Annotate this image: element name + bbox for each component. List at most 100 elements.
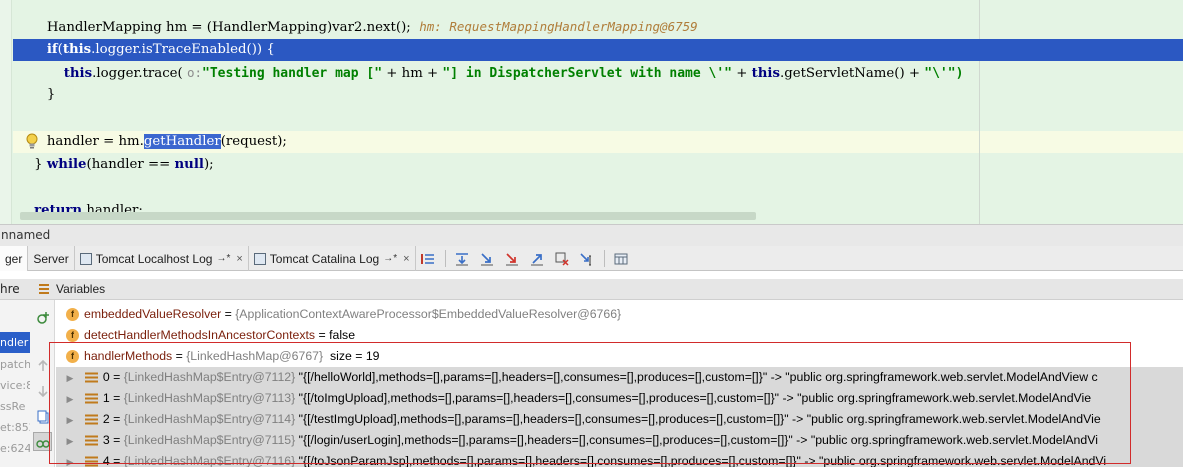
- log-file-icon: [79, 252, 92, 265]
- variable-value: false: [329, 328, 356, 342]
- move-down-button[interactable]: [33, 381, 52, 400]
- entry-value: "public org.springframework.web.servlet.…: [819, 454, 1107, 467]
- tab-label: Tomcat Localhost Log: [95, 251, 213, 266]
- string-literal: "Testing handler map [": [202, 66, 383, 81]
- frame-row[interactable]: e:624: [0, 438, 30, 459]
- entry-type: {LinkedHashMap$Entry@7116}: [123, 454, 296, 467]
- entry-value: "public org.springframework.web.servlet.…: [797, 391, 1092, 405]
- new-watch-button[interactable]: [33, 308, 52, 327]
- variable-row[interactable]: f detectHandlerMethodsInAncestorContexts …: [56, 325, 1183, 346]
- frame-row-selected[interactable]: ndler: [0, 332, 30, 353]
- editor-gutter[interactable]: [0, 0, 12, 224]
- step-out-icon: [531, 253, 544, 265]
- variables-tree[interactable]: f embeddedValueResolver = {ApplicationCon…: [56, 300, 1183, 467]
- close-icon[interactable]: ×: [236, 253, 242, 265]
- variable-row-expanded[interactable]: f handlerMethods = {LinkedHashMap@6767} s…: [56, 346, 1183, 367]
- keyword-if: if: [46, 42, 58, 57]
- evaluate-expression-button[interactable]: [609, 246, 634, 271]
- map-entry-row[interactable]: ▶ 2 = {LinkedHashMap$Entry@7114} "{[/tes…: [56, 409, 1183, 430]
- entry-key: "{[/toJsonParamJsp],methods=[],params=[]…: [295, 454, 801, 467]
- run-to-cursor-icon: [580, 252, 592, 265]
- expand-triangle-icon[interactable]: ▶: [62, 368, 78, 389]
- expand-triangle-icon[interactable]: ▶: [62, 389, 78, 410]
- calculator-icon: [614, 253, 628, 264]
- keyword-while: while: [46, 157, 87, 172]
- run-to-cursor-button[interactable]: [575, 246, 600, 271]
- arrow-up-icon: [37, 359, 48, 371]
- code-line-6[interactable]: handler = hm.getHandler(request);: [13, 131, 1183, 153]
- horizontal-scrollbar[interactable]: [20, 212, 756, 220]
- code-text: }: [46, 87, 56, 102]
- frame-row[interactable]: et:852: [0, 417, 30, 438]
- equals-sign: =: [172, 349, 187, 363]
- frame-row[interactable]: vice:8: [0, 375, 30, 396]
- expand-triangle-icon[interactable]: ▶: [62, 431, 78, 452]
- tab-debugger[interactable]: ger: [0, 246, 29, 271]
- entry-index: 3: [102, 433, 110, 447]
- step-over-button[interactable]: [450, 246, 475, 271]
- map-entry-row[interactable]: ▶ 4 = {LinkedHashMap$Entry@7116} "{[/toJ…: [56, 451, 1183, 467]
- tab-label: Server: [33, 251, 69, 266]
- force-step-into-button[interactable]: [500, 246, 525, 271]
- tab-tomcat-localhost-log[interactable]: Tomcat Localhost Log →* ×: [75, 246, 249, 271]
- variable-name: handlerMethods: [84, 349, 173, 363]
- keyword-null: null: [174, 157, 204, 172]
- code-text: handler = hm.: [46, 134, 144, 149]
- code-line-execution-point[interactable]: if(this.logger.isTraceEnabled()) {: [13, 39, 1183, 61]
- tab-tomcat-catalina-log[interactable]: Tomcat Catalina Log →* ×: [249, 246, 416, 271]
- variable-size: size = 19: [323, 349, 380, 363]
- frame-label: ndler: [0, 336, 29, 349]
- frames-header-label: hre: [0, 282, 20, 296]
- close-icon[interactable]: ×: [403, 253, 409, 265]
- code-line-3[interactable]: this.logger.trace( o:"Testing handler ma…: [13, 62, 1183, 84]
- map-entry-row[interactable]: ▶ 3 = {LinkedHashMap$Entry@7115} "{[/log…: [56, 430, 1183, 451]
- keyword-this: this: [751, 66, 780, 81]
- frame-row[interactable]: patch: [0, 354, 30, 375]
- entry-type: {LinkedHashMap$Entry@7114}: [123, 412, 296, 426]
- debug-tool-window-title: nnamed: [0, 224, 1183, 246]
- frame-label: ssRe: [0, 400, 26, 413]
- field-icon: f: [66, 350, 79, 364]
- log-file-icon: [253, 252, 266, 265]
- code-editor[interactable]: HandlerMapping hm = (HandlerMapping)var2…: [0, 0, 1183, 224]
- run-config-name: nnamed: [1, 228, 51, 242]
- entry-value: "public org.springframework.web.servlet.…: [806, 412, 1101, 426]
- code-line-7[interactable]: } while(handler == null);: [13, 154, 1183, 176]
- frame-row[interactable]: ssRe: [0, 396, 30, 417]
- entry-index: 0: [102, 370, 110, 384]
- code-text: }: [34, 157, 47, 172]
- code-text: .getServletName() +: [779, 66, 925, 81]
- toggle-watches-button[interactable]: [33, 432, 52, 451]
- tab-server[interactable]: Server: [28, 246, 75, 271]
- variable-row[interactable]: f embeddedValueResolver = {ApplicationCon…: [56, 304, 1183, 325]
- code-line-1[interactable]: HandlerMapping hm = (HandlerMapping)var2…: [13, 16, 1183, 38]
- drop-frame-button[interactable]: [550, 246, 575, 271]
- expand-triangle-icon[interactable]: ▶: [62, 410, 78, 431]
- toolbar-separator: [444, 250, 446, 267]
- copy-button[interactable]: [33, 407, 52, 426]
- map-entry-row[interactable]: ▶ 1 = {LinkedHashMap$Entry@7113} "{[/toI…: [56, 388, 1183, 409]
- frame-label: e:624: [0, 442, 30, 455]
- expand-triangle-icon[interactable]: ▶: [62, 452, 78, 467]
- show-execution-point-button[interactable]: [416, 246, 441, 271]
- watches-icon: [35, 439, 50, 448]
- code-text: .logger.trace(: [92, 66, 183, 81]
- entry-key: "{[/toImgUpload],methods=[],params=[],he…: [295, 391, 780, 405]
- frame-label: et:852: [0, 421, 30, 434]
- force-step-into-icon: [506, 252, 519, 265]
- entry-index: 4: [102, 454, 110, 467]
- step-into-button[interactable]: [475, 246, 500, 271]
- selected-text: getHandler: [143, 134, 221, 149]
- pin-arrow-icon: →*: [216, 253, 231, 264]
- move-up-button[interactable]: [33, 356, 52, 375]
- step-out-button[interactable]: [525, 246, 550, 271]
- map-entry-row[interactable]: ▶ 0 = {LinkedHashMap$Entry@7112} "{[/hel…: [56, 367, 1183, 388]
- equals-sign: =: [315, 328, 330, 342]
- variable-type: {ApplicationContextAwareProcessor$Embedd…: [235, 307, 622, 321]
- frames-pane[interactable]: hre ndler patch vice:8 ssRe et:852 e:624: [0, 279, 30, 467]
- entry-arrow: ->: [779, 391, 798, 405]
- code-line-4[interactable]: }: [13, 84, 1183, 106]
- code-text: + hm +: [382, 66, 443, 81]
- code-text: (request);: [220, 134, 287, 149]
- entry-icon: [84, 393, 98, 404]
